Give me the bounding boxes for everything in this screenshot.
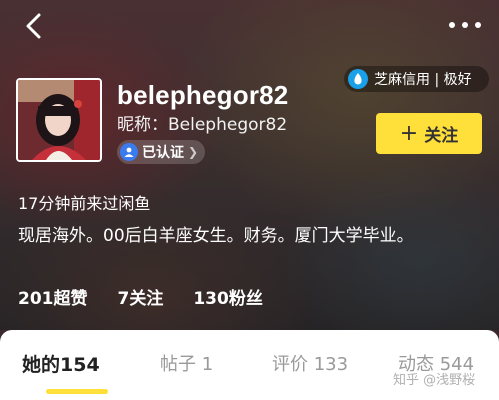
nickname-row: 昵称：Belephegor82 — [117, 110, 287, 135]
tab-hers[interactable]: 她的154 — [22, 350, 100, 377]
stat-label: 关注 — [129, 289, 164, 309]
stat-label: 超赞 — [53, 289, 88, 309]
stat-value: 7 — [117, 289, 130, 309]
stat-likes[interactable]: 201超赞 — [18, 284, 88, 309]
avatar[interactable] — [16, 78, 102, 162]
tab-posts[interactable]: 帖子 1 — [160, 350, 213, 376]
verified-badge[interactable]: 已认证 ❯ — [117, 140, 205, 164]
stat-value: 201 — [18, 289, 54, 309]
stat-followers[interactable]: 130粉丝 — [193, 284, 263, 309]
stat-value: 130 — [193, 289, 229, 309]
stats-row: 201超赞 7关注 130粉丝 — [18, 284, 293, 309]
tab-reviews[interactable]: 评价 133 — [272, 350, 348, 376]
back-arrow-icon[interactable] — [22, 12, 46, 40]
active-tab-indicator — [46, 389, 108, 394]
stat-following[interactable]: 7关注 — [118, 284, 164, 309]
tab-count: 154 — [60, 354, 100, 376]
verified-icon — [120, 143, 138, 161]
sesame-credit-icon — [348, 69, 368, 89]
verified-label: 已认证 — [142, 145, 184, 161]
bio-text: 现居海外。00后白羊座女生。财务。厦门大学毕业。 — [18, 226, 414, 246]
stat-label: 粉丝 — [228, 289, 263, 309]
tab-label: 她的 — [22, 354, 61, 376]
follow-button[interactable]: + 关注 — [376, 113, 482, 154]
top-bar — [0, 0, 499, 52]
watermark: 知乎 @浅野桜 — [393, 373, 476, 388]
username: belephegor82 — [117, 80, 289, 110]
tab-count: 133 — [313, 354, 349, 375]
chevron-right-icon: ❯ — [188, 145, 199, 159]
credit-badge[interactable]: 芝麻信用 | 极好 — [344, 66, 489, 92]
nickname-value: Belephegor82 — [168, 115, 288, 135]
plus-icon: + — [399, 120, 419, 146]
tab-count: 1 — [201, 354, 214, 375]
credit-label: 芝麻信用 | 极好 — [374, 72, 472, 88]
follow-label: 关注 — [424, 126, 459, 146]
tab-label: 评价 — [272, 354, 308, 375]
more-options-icon[interactable] — [449, 20, 481, 30]
nickname-label: 昵称： — [117, 115, 168, 135]
tab-label: 帖子 — [160, 354, 196, 375]
last-seen-text: 17分钟前来过闲鱼 — [18, 194, 151, 213]
